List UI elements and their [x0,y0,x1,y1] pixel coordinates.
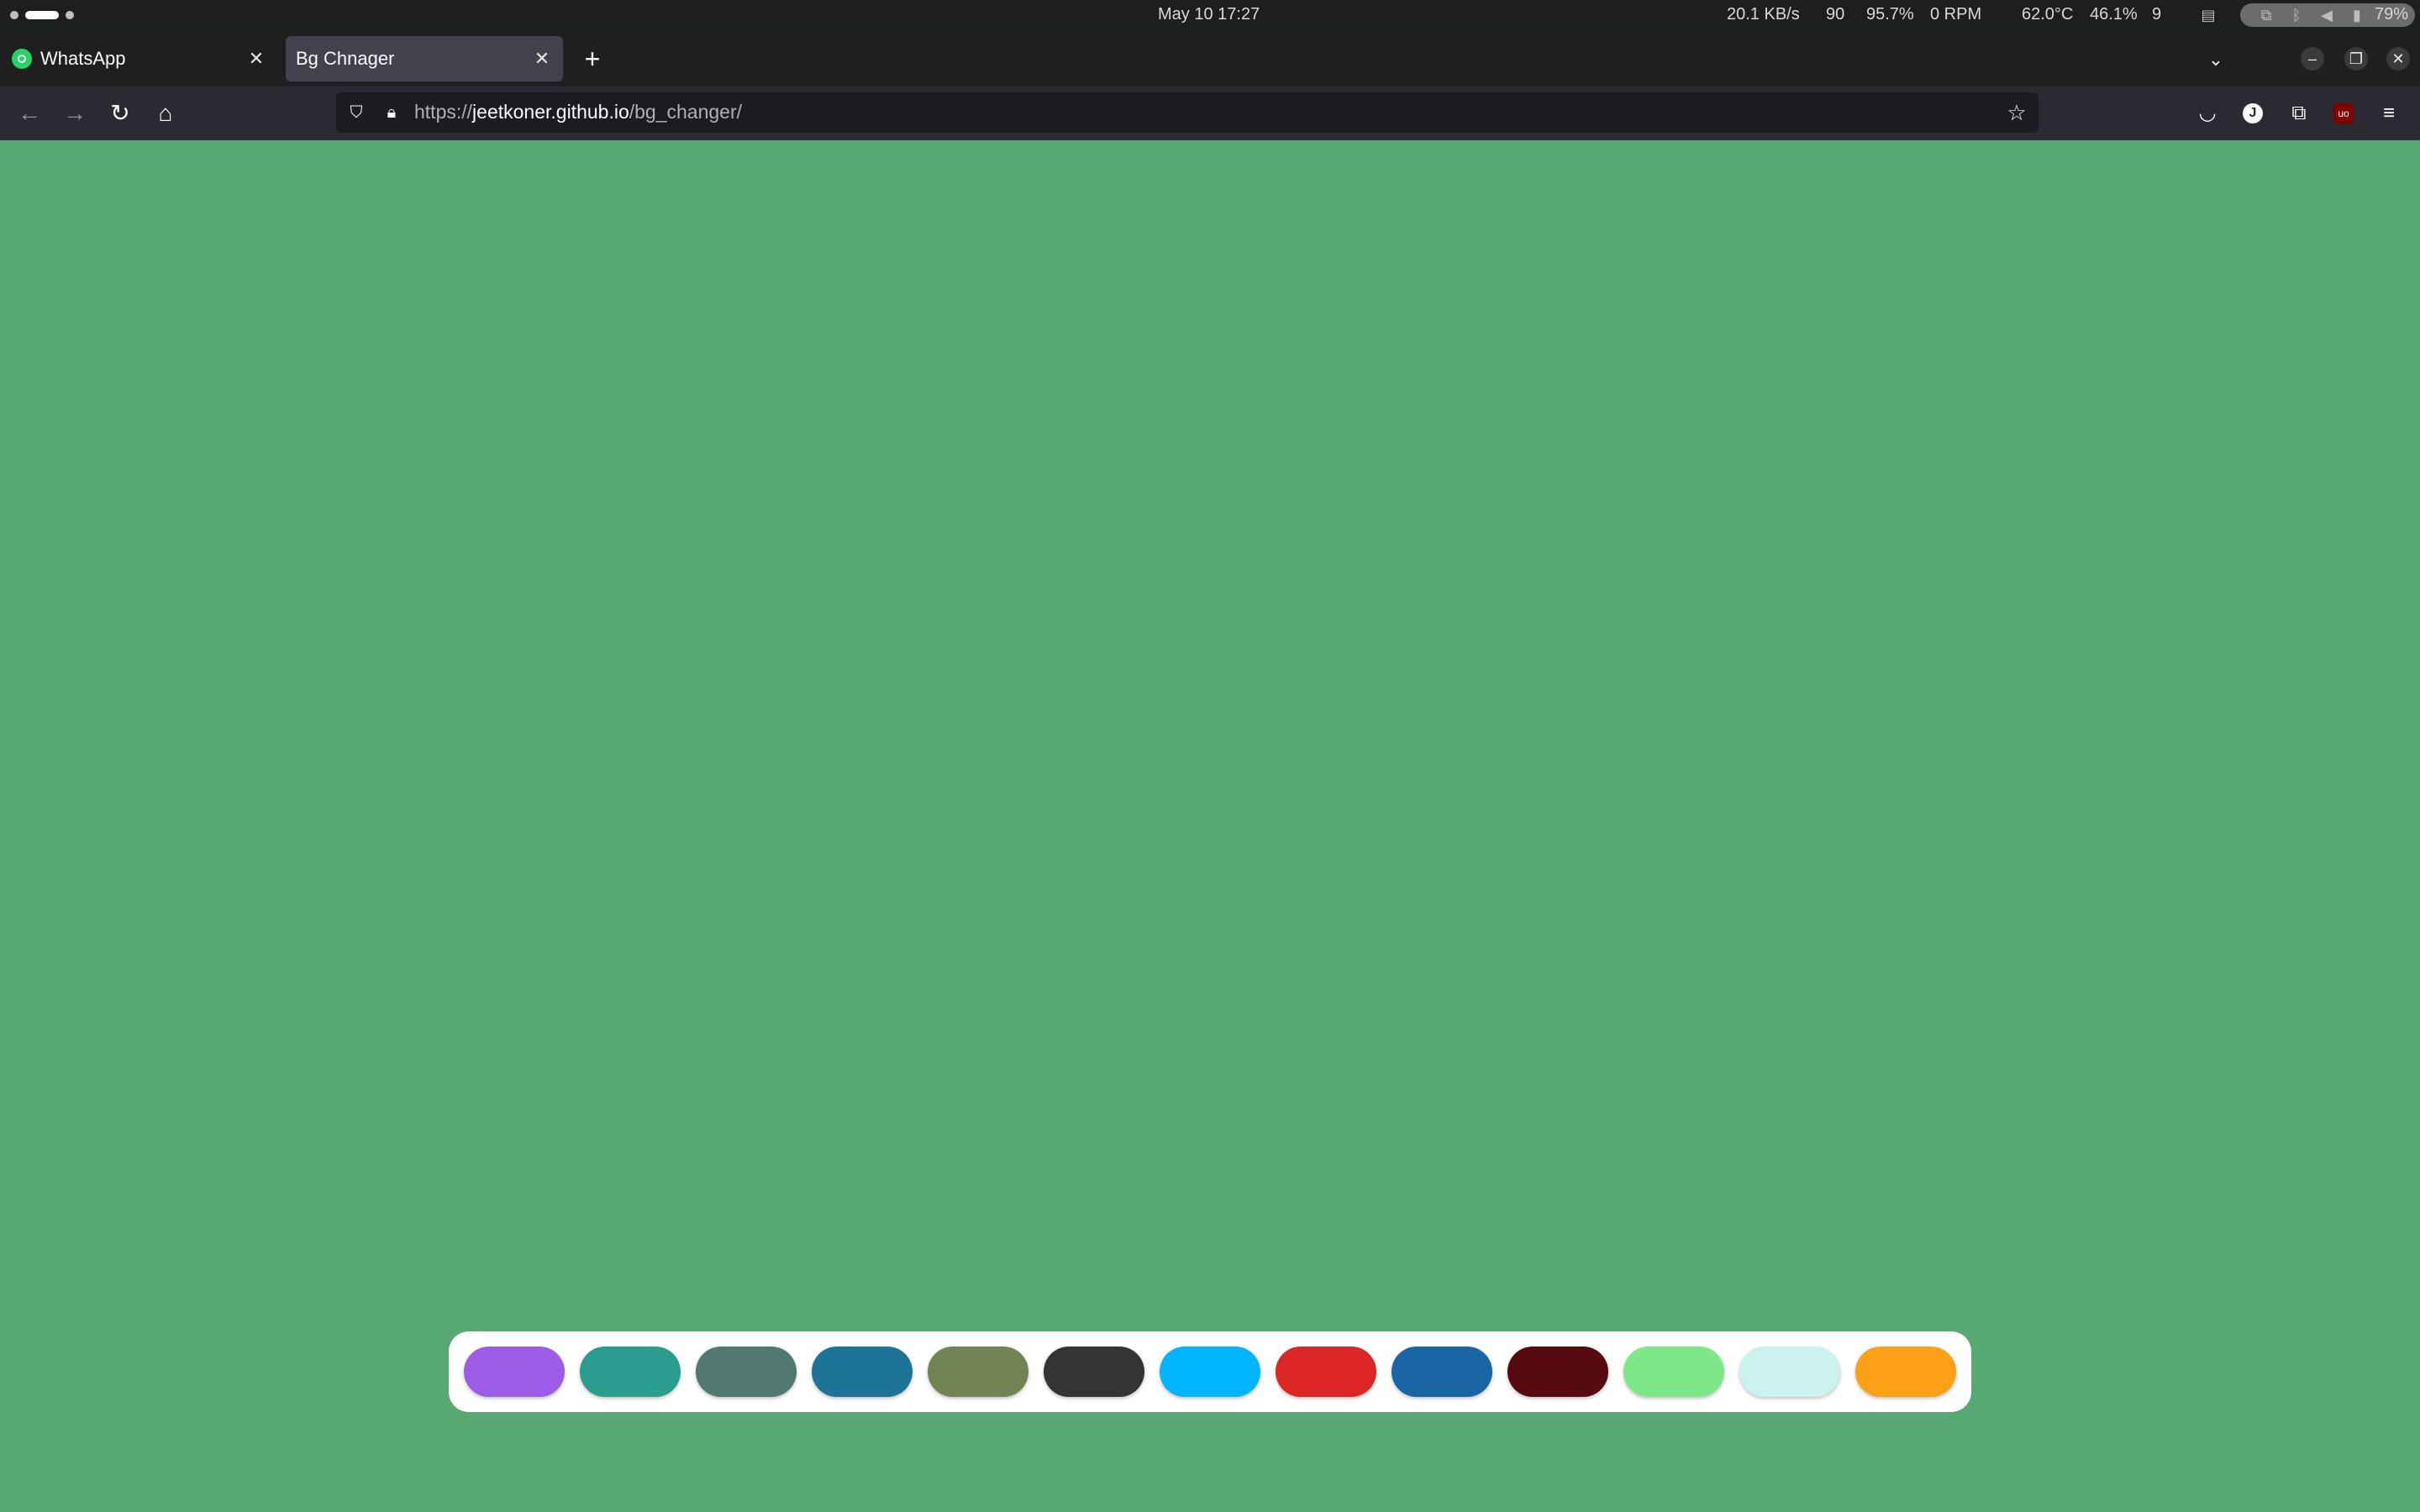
color-swatch-sky-blue[interactable] [1160,1347,1260,1397]
workspace-indicator[interactable] [10,11,18,19]
network-icon: ⧉ [2260,7,2272,24]
tab-bg-changer[interactable]: Bg Chnager ✕ [286,36,563,81]
url-path: /bg_changer/ [629,101,743,123]
close-tab-icon[interactable]: ✕ [242,45,271,73]
list-all-tabs-icon[interactable]: ⌄ [2202,45,2230,74]
back-arrow-icon[interactable]: ← [14,98,45,129]
cpu-usage: 95.7% [1866,5,1914,24]
url-text[interactable]: https://jeetkoner.github.io/bg_changer/ [414,101,742,123]
color-swatch-steel-blue[interactable] [812,1347,913,1397]
page-background [0,140,2420,1512]
clock[interactable]: May 10 17:27 [1158,5,1260,24]
color-palette-bar [449,1331,1971,1412]
color-swatch-olive[interactable] [928,1347,1028,1397]
battery-icon: ▮ [2353,7,2361,24]
url-host: jeetkoner.github.io [472,101,629,123]
restore-icon[interactable]: ❐ [2344,47,2368,71]
color-swatch-pale-cyan[interactable] [1739,1347,1840,1397]
reload-icon[interactable]: ↻ [105,98,135,129]
bluetooth-icon: ᛒ [2291,7,2302,24]
close-tab-icon[interactable]: ✕ [528,45,556,73]
system-top-bar: May 10 17:27 20.1 KB/s 90 95.7% 0 RPM 62… [0,0,2420,31]
close-window-icon[interactable]: ✕ [2386,47,2410,71]
status-value: 90 [1826,5,1845,24]
tab-strip: WhatsApp ✕ Bg Chnager ✕ [0,31,2420,87]
volume-icon: ◀ [2321,7,2333,24]
navigation-bar: ← → ↻ ⌂ ⛉ 🔒︎ https://jeetkoner.github.io… [0,87,2420,140]
network-speed: 20.1 KB/s [1727,5,1800,24]
color-swatch-maroon[interactable] [1507,1347,1608,1397]
minimize-icon[interactable]: – [2301,47,2324,71]
lock-icon[interactable]: 🔒︎ [381,102,402,123]
url-bar[interactable]: ⛉ 🔒︎ https://jeetkoner.github.io/bg_chan… [336,92,2039,133]
color-swatch-orange[interactable] [1855,1347,1956,1397]
fan-speed: 0 RPM [1930,5,1982,24]
url-scheme: https:// [414,101,473,123]
forward-arrow-icon[interactable]: → [60,98,90,129]
hamburger-menu-icon[interactable]: ≡ [2375,100,2402,127]
status-value: 9 [2152,5,2162,24]
tab-label: Bg Chnager [296,48,395,69]
color-swatch-slate-green[interactable] [696,1347,797,1397]
home-icon[interactable]: ⌂ [150,98,181,129]
color-swatch-teal[interactable] [580,1347,681,1397]
tracking-protection-shield-icon[interactable]: ⛉ [346,102,366,123]
color-swatch-blue[interactable] [1392,1347,1492,1397]
bookmark-star-icon[interactable]: ☆ [2005,101,2028,124]
ublock-origin-icon[interactable]: uo [2333,103,2354,123]
color-swatch-charcoal[interactable] [1044,1347,1144,1397]
color-swatch-purple[interactable] [464,1347,565,1397]
tab-label: WhatsApp [40,48,126,69]
new-tab-button[interactable]: + [580,45,605,72]
battery-percent: 79% [2375,5,2409,24]
clipboard-icon[interactable]: ▤ [2199,6,2217,24]
pocket-icon[interactable]: ◡ [2194,100,2221,127]
extensions-puzzle-icon[interactable]: ⧉ [2286,100,2312,127]
workspace-indicator-active[interactable] [25,11,59,19]
account-avatar-icon[interactable]: J [2243,103,2263,123]
color-swatch-red[interactable] [1276,1347,1376,1397]
system-status-menu[interactable]: ⧉ ᛒ ◀ ▮ 79% [2240,3,2415,27]
temperature: 62.0°C [2022,5,2074,24]
tab-whatsapp[interactable]: WhatsApp ✕ [0,36,277,81]
memory-usage: 46.1% [2090,5,2138,24]
whatsapp-icon [12,49,32,69]
workspace-indicator[interactable] [66,11,74,19]
color-swatch-light-green[interactable] [1623,1347,1724,1397]
